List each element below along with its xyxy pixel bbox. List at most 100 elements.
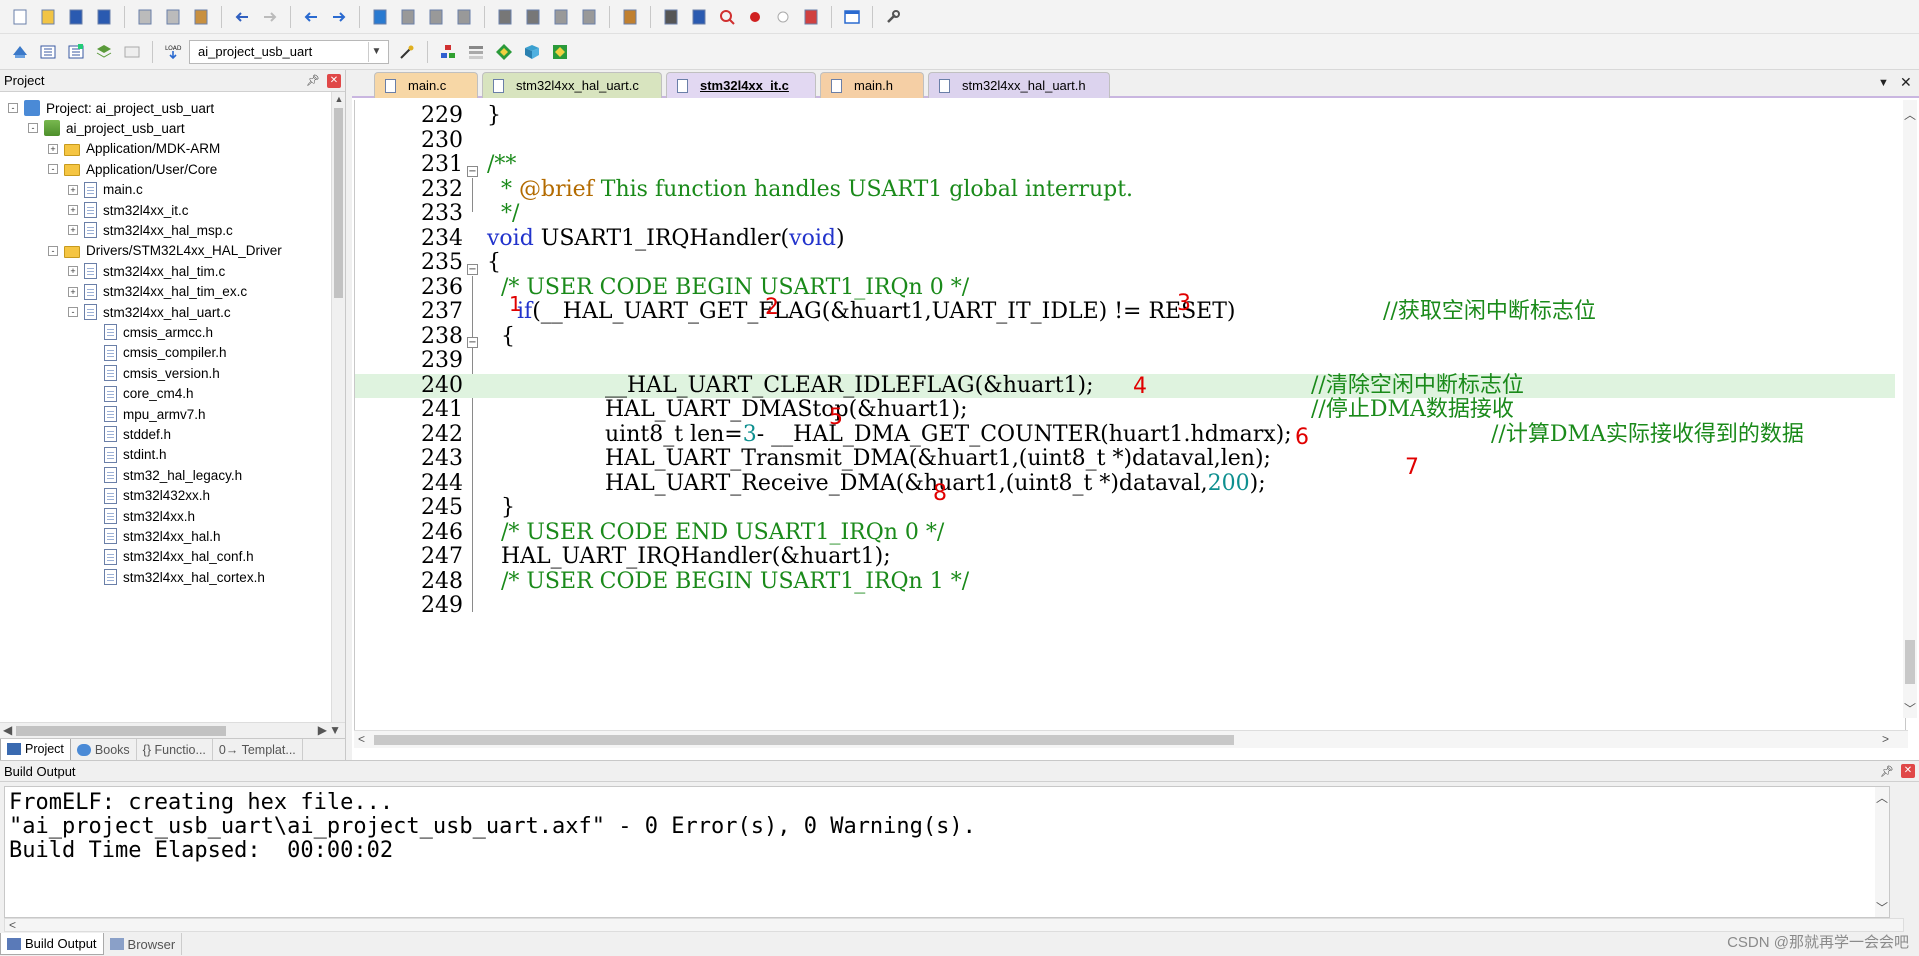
- cut-icon[interactable]: [133, 5, 157, 29]
- kill-breakpoints-icon[interactable]: [799, 5, 823, 29]
- software-packs-icon[interactable]: [548, 40, 572, 64]
- tab-browser[interactable]: Browser: [104, 933, 183, 955]
- output-vscrollbar[interactable]: ︿ ﹀: [1875, 787, 1889, 917]
- scroll-left-icon[interactable]: ◀: [3, 723, 12, 737]
- tab-project[interactable]: Project: [0, 738, 71, 761]
- tree-item[interactable]: + stm32l4xx_hal_msp.c: [68, 220, 233, 240]
- scroll-dropdown-icon[interactable]: ▼: [329, 723, 341, 737]
- target-options-icon[interactable]: [395, 40, 419, 64]
- manage-rte-icon[interactable]: [492, 40, 516, 64]
- tree-item[interactable]: cmsis_version.h: [88, 363, 220, 383]
- collapse-icon[interactable]: -: [48, 164, 58, 175]
- navigate-forward-icon[interactable]: [327, 5, 351, 29]
- expand-icon[interactable]: +: [68, 205, 78, 215]
- tab-books[interactable]: Books: [71, 738, 137, 761]
- tree-item[interactable]: - Application/User/Core: [48, 159, 217, 179]
- tab-main-h[interactable]: main.h: [820, 72, 924, 98]
- translate-icon[interactable]: [8, 40, 32, 64]
- scroll-up-icon[interactable]: ︿: [1904, 106, 1916, 123]
- comment-icon[interactable]: [549, 5, 573, 29]
- scroll-left-icon[interactable]: <: [9, 918, 16, 932]
- stop-build-icon[interactable]: [120, 40, 144, 64]
- tree-item[interactable]: stm32l4xx.h: [88, 506, 195, 526]
- copy-icon[interactable]: [161, 5, 185, 29]
- tree-item[interactable]: stddef.h: [88, 424, 171, 444]
- scroll-down-icon[interactable]: ﹀: [1904, 700, 1916, 717]
- scroll-right-icon[interactable]: >: [1882, 732, 1889, 746]
- target-select[interactable]: ai_project_usb_uart ▼: [189, 39, 389, 64]
- pack-installer-icon[interactable]: [520, 40, 544, 64]
- find-icon[interactable]: [659, 5, 683, 29]
- pin-icon[interactable]: 📌︎: [1879, 765, 1895, 778]
- code-area[interactable]: − − − 229} 230 231/** 232 * @brief This …: [354, 100, 1906, 732]
- tree-item[interactable]: + stm32l4xx_hal_tim_ex.c: [68, 282, 247, 302]
- new-file-icon[interactable]: [8, 5, 32, 29]
- navigate-back-icon[interactable]: [299, 5, 323, 29]
- batch-build-icon[interactable]: [92, 40, 116, 64]
- next-bookmark-icon[interactable]: [424, 5, 448, 29]
- paste-icon[interactable]: [189, 5, 213, 29]
- close-icon[interactable]: ✕: [327, 73, 341, 88]
- tab-main-c[interactable]: main.c: [374, 72, 478, 98]
- tree-item[interactable]: stm32_hal_legacy.h: [88, 465, 242, 485]
- clear-bookmarks-icon[interactable]: [452, 5, 476, 29]
- debug-session-icon[interactable]: [715, 5, 739, 29]
- uncomment-icon[interactable]: [577, 5, 601, 29]
- close-icon[interactable]: ✕: [1901, 764, 1915, 778]
- collapse-icon[interactable]: -: [28, 123, 38, 134]
- tree-item[interactable]: - Project: ai_project_usb_uart: [8, 98, 214, 118]
- save-icon[interactable]: [64, 5, 88, 29]
- collapse-icon[interactable]: -: [8, 103, 18, 113]
- unindent-icon[interactable]: [521, 5, 545, 29]
- tree-item[interactable]: + stm32l4xx_hal_tim.c: [68, 261, 225, 281]
- tree-item[interactable]: cmsis_compiler.h: [88, 343, 227, 363]
- undo-icon[interactable]: [230, 5, 254, 29]
- project-tree-scrollbar[interactable]: ▲: [331, 92, 345, 722]
- open-file-icon[interactable]: [36, 5, 60, 29]
- build-icon[interactable]: [36, 40, 60, 64]
- expand-icon[interactable]: +: [68, 286, 78, 297]
- scroll-up-icon[interactable]: ︿: [1876, 789, 1888, 806]
- pin-icon[interactable]: 📌︎: [305, 74, 321, 87]
- tab-stm32l4xx-hal-uart-h[interactable]: stm32l4xx_hal_uart.h: [928, 72, 1110, 98]
- scroll-right-icon[interactable]: ▶: [318, 723, 327, 737]
- tree-item[interactable]: stm32l4xx_hal_cortex.h: [88, 567, 265, 587]
- tree-item[interactable]: stm32l432xx.h: [88, 486, 210, 506]
- expand-icon[interactable]: +: [48, 143, 58, 154]
- tab-stm32l4xx-hal-uart-c[interactable]: stm32l4xx_hal_uart.c: [482, 72, 662, 98]
- build-output-text[interactable]: FromELF: creating hex file... "ai_projec…: [4, 786, 1890, 918]
- incremental-find-icon[interactable]: [687, 5, 711, 29]
- tab-list-dropdown-icon[interactable]: ▼: [1878, 77, 1889, 89]
- tree-item[interactable]: core_cm4.h: [88, 384, 194, 404]
- redo-icon[interactable]: [258, 5, 282, 29]
- tree-item[interactable]: mpu_armv7.h: [88, 404, 206, 424]
- tab-templates[interactable]: 0→ Templat...: [213, 738, 303, 761]
- collapse-icon[interactable]: -: [48, 245, 58, 256]
- prev-bookmark-icon[interactable]: [396, 5, 420, 29]
- editor-hscrollbar[interactable]: < >: [354, 730, 1908, 748]
- window-layout-icon[interactable]: [840, 5, 864, 29]
- expand-icon[interactable]: +: [68, 225, 78, 236]
- collapse-icon[interactable]: -: [68, 307, 78, 317]
- disable-breakpoint-icon[interactable]: [771, 5, 795, 29]
- hscroll-thumb[interactable]: [16, 726, 226, 736]
- scroll-left-icon[interactable]: <: [358, 732, 365, 746]
- tree-item[interactable]: - ai_project_usb_uart: [28, 118, 185, 138]
- manage-project-items-icon[interactable]: [436, 40, 460, 64]
- breakpoint-icon[interactable]: [743, 5, 767, 29]
- scroll-down-icon[interactable]: ﹀: [1876, 899, 1888, 916]
- find-in-files-icon[interactable]: [618, 5, 642, 29]
- tree-item[interactable]: cmsis_armcc.h: [88, 322, 213, 342]
- tree-item[interactable]: - Drivers/STM32L4xx_HAL_Driver: [48, 241, 282, 261]
- scroll-thumb[interactable]: [1905, 640, 1915, 684]
- scroll-thumb[interactable]: [334, 108, 343, 298]
- tree-item[interactable]: stdint.h: [88, 445, 167, 465]
- scroll-up-icon[interactable]: ▲: [332, 92, 346, 106]
- tree-item[interactable]: + main.c: [68, 180, 143, 200]
- output-hscrollbar[interactable]: <: [4, 918, 1904, 932]
- select-packs-icon[interactable]: [464, 40, 488, 64]
- tab-build-output[interactable]: Build Output: [0, 933, 104, 955]
- save-all-icon[interactable]: [92, 5, 116, 29]
- rebuild-icon[interactable]: [64, 40, 88, 64]
- configure-icon[interactable]: [881, 5, 905, 29]
